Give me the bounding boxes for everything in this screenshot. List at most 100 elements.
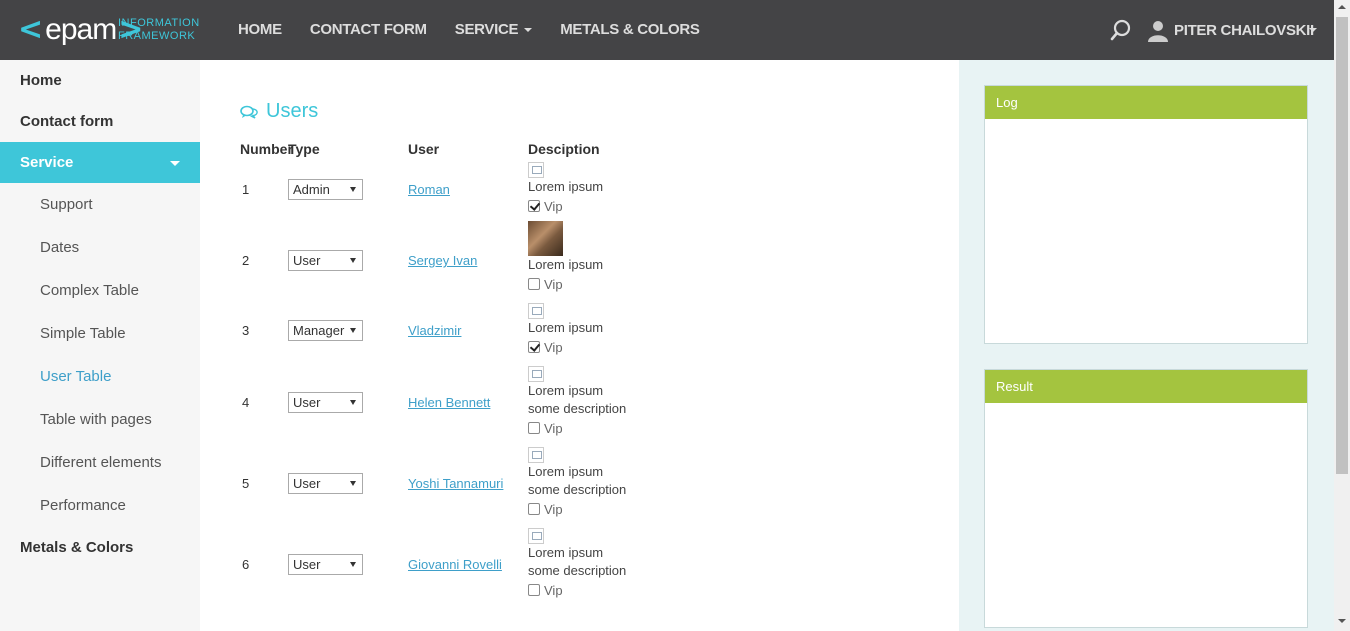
- sidebar: Home Contact form Service Support Dates …: [0, 60, 200, 631]
- chevron-down-icon: [524, 28, 533, 33]
- user-link[interactable]: Yoshi Tannamuri: [408, 476, 503, 491]
- log-panel: Log: [984, 85, 1308, 344]
- logo-text: epam: [45, 13, 117, 46]
- broken-image-icon: [528, 162, 544, 178]
- user-link[interactable]: Roman: [408, 182, 450, 197]
- sidebar-sub-dates[interactable]: Dates: [0, 226, 200, 269]
- users-chat-icon: [240, 105, 258, 119]
- sidebar-sub-user-table[interactable]: User Table: [0, 355, 200, 398]
- type-select[interactable]: Admin: [288, 179, 363, 200]
- type-select[interactable]: User: [288, 392, 363, 413]
- vip-checkbox[interactable]: Vip: [528, 580, 626, 600]
- sidebar-sub-support[interactable]: Support: [0, 183, 200, 226]
- top-header: < epam > INFORMATION FRAMEWORK HOME CONT…: [0, 0, 1334, 60]
- type-select[interactable]: User: [288, 250, 363, 271]
- checkbox-unchecked-icon: [528, 278, 540, 290]
- logo-chevron-left-icon: <: [18, 12, 44, 47]
- row-number: 3: [242, 323, 250, 338]
- description-cell: Lorem ipsum some description Vip: [528, 366, 626, 438]
- page-scrollbar[interactable]: [1334, 0, 1350, 631]
- user-link[interactable]: Vladzimir: [408, 323, 461, 338]
- row-number: 5: [242, 476, 250, 491]
- vip-label: Vip: [544, 339, 563, 355]
- checkbox-unchecked-icon: [528, 584, 540, 596]
- nav-contact-form[interactable]: CONTACT FORM: [296, 0, 441, 60]
- user-name: PITER CHAILOVSKII: [1174, 21, 1314, 39]
- description-extra: some description: [528, 482, 627, 497]
- row-number: 2: [242, 253, 250, 268]
- user-link[interactable]: Sergey Ivan: [408, 253, 477, 268]
- vip-checkbox[interactable]: Vip: [528, 274, 603, 294]
- nav-home[interactable]: HOME: [224, 0, 296, 60]
- sidebar-sub-complex-table[interactable]: Complex Table: [0, 269, 200, 312]
- description-extra: some description: [528, 563, 627, 578]
- vip-label: Vip: [544, 420, 563, 436]
- broken-image-icon: [528, 303, 544, 319]
- logo-subtitle-line-2: FRAMEWORK: [118, 30, 196, 42]
- page-title-text: Users: [266, 100, 319, 122]
- checkbox-unchecked-icon: [528, 503, 540, 515]
- sidebar-sub-simple-table[interactable]: Simple Table: [0, 312, 200, 355]
- search-icon[interactable]: [1109, 18, 1133, 42]
- checkbox-unchecked-icon: [528, 422, 540, 434]
- vip-checkbox[interactable]: Vip: [528, 337, 603, 357]
- vip-label: Vip: [544, 582, 563, 598]
- vip-label: Vip: [544, 276, 563, 292]
- logo-subtitle-line-1: INFORMATION: [118, 17, 200, 29]
- result-panel: Result: [984, 369, 1308, 628]
- col-header-type: Type: [288, 141, 320, 157]
- sidebar-item-service[interactable]: Service: [0, 142, 200, 183]
- broken-image-icon: [528, 528, 544, 544]
- scroll-up-arrow-icon[interactable]: [1338, 5, 1346, 9]
- description-text: Lorem ipsum: [528, 545, 604, 560]
- user-link[interactable]: Giovanni Rovelli: [408, 557, 502, 572]
- vip-checkbox[interactable]: Vip: [528, 196, 603, 216]
- sidebar-item-home[interactable]: Home: [0, 60, 200, 101]
- description-cell: Lorem ipsum Vip: [528, 221, 603, 294]
- type-select[interactable]: User: [288, 473, 363, 494]
- nav-service-label: SERVICE: [454, 21, 519, 38]
- page-title: Users: [240, 100, 318, 123]
- description-text: Lorem ipsum: [528, 257, 604, 272]
- description-text: Lorem ipsum: [528, 179, 604, 194]
- type-select[interactable]: User: [288, 554, 363, 575]
- user-link[interactable]: Helen Bennett: [408, 395, 490, 410]
- user-menu[interactable]: PITER CHAILOVSKII: [1146, 18, 1314, 42]
- row-number: 1: [242, 182, 250, 197]
- sidebar-item-metals-colors[interactable]: Metals & Colors: [0, 527, 200, 568]
- description-extra: some description: [528, 401, 627, 416]
- vip-checkbox[interactable]: Vip: [528, 499, 626, 519]
- vip-checkbox[interactable]: Vip: [528, 418, 626, 438]
- broken-image-icon: [528, 447, 544, 463]
- col-header-user: User: [408, 141, 440, 157]
- description-cell: Lorem ipsum Vip: [528, 162, 603, 216]
- row-number: 4: [242, 395, 250, 410]
- sidebar-item-service-label: Service: [20, 154, 74, 171]
- description-cell: Lorem ipsum Vip: [528, 303, 603, 357]
- sidebar-sub-performance[interactable]: Performance: [0, 484, 200, 527]
- type-select[interactable]: Manager: [288, 320, 363, 341]
- chevron-down-icon: [170, 161, 180, 166]
- scroll-down-arrow-icon[interactable]: [1338, 619, 1346, 623]
- description-text: Lorem ipsum: [528, 383, 604, 398]
- vip-label: Vip: [544, 198, 563, 214]
- broken-image-icon: [528, 366, 544, 382]
- checkbox-checked-icon: [528, 341, 540, 353]
- checkbox-checked-icon: [528, 200, 540, 212]
- nav-service[interactable]: SERVICE: [441, 0, 546, 60]
- col-header-number: Number: [240, 141, 293, 157]
- main-nav: HOME CONTACT FORM SERVICE METALS & COLOR…: [224, 0, 714, 60]
- sidebar-sub-table-with-pages[interactable]: Table with pages: [0, 398, 200, 441]
- nav-metals-colors[interactable]: METALS & COLORS: [546, 0, 713, 60]
- sidebar-sub-different-elements[interactable]: Different elements: [0, 441, 200, 484]
- scrollbar-thumb[interactable]: [1336, 17, 1348, 474]
- description-text: Lorem ipsum: [528, 464, 604, 479]
- log-panel-title: Log: [985, 86, 1307, 119]
- description-cell: Lorem ipsum some description Vip: [528, 447, 626, 519]
- vip-label: Vip: [544, 501, 563, 517]
- sidebar-item-contact-form[interactable]: Contact form: [0, 101, 200, 142]
- user-photo: [528, 221, 563, 256]
- result-panel-title: Result: [985, 370, 1307, 403]
- logo-subtitle: INFORMATION FRAMEWORK: [118, 17, 200, 43]
- user-dropdown-chevron-icon[interactable]: [1309, 28, 1317, 32]
